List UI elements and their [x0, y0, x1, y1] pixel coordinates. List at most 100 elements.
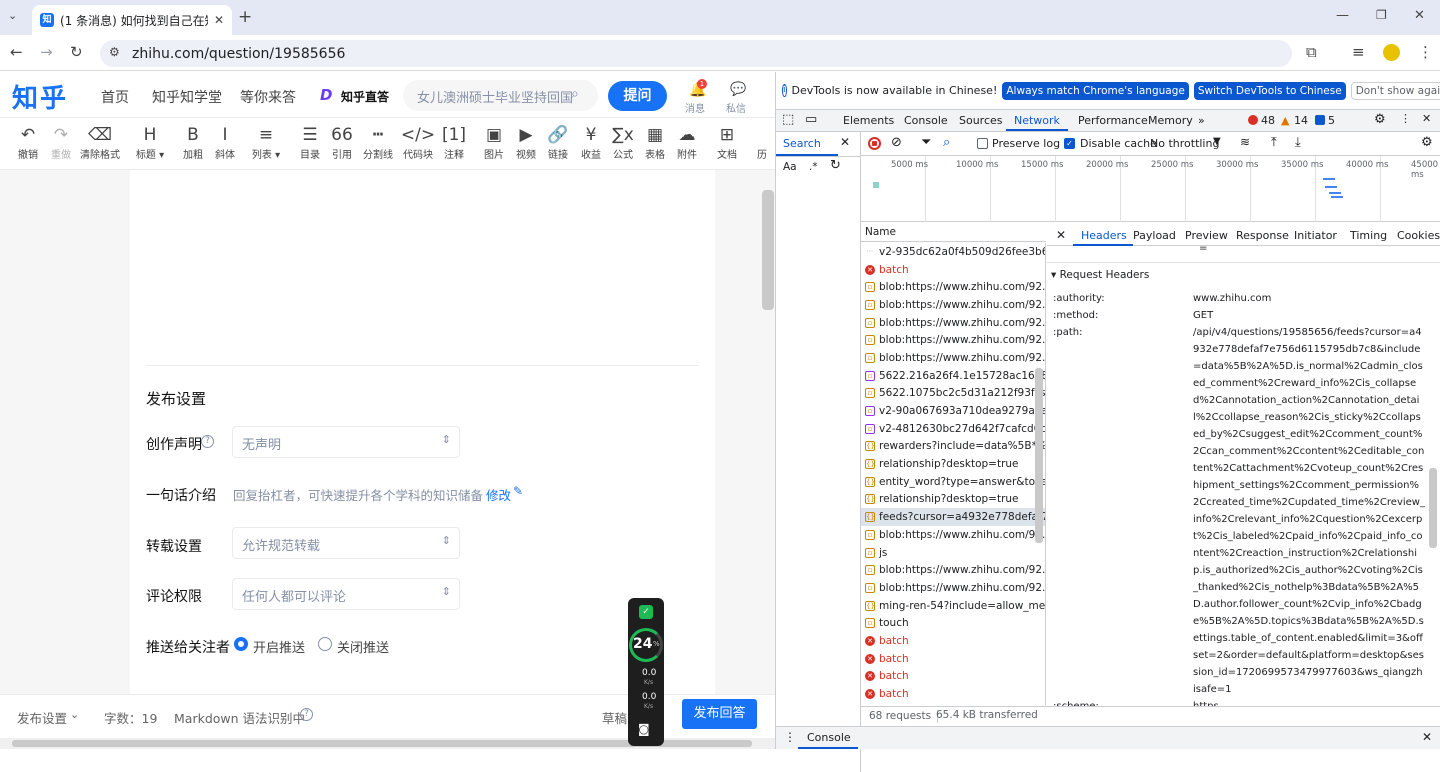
request-row[interactable]: {} relationship?desktop=true	[861, 455, 1045, 473]
push-on-label[interactable]: 开启推送	[253, 637, 305, 656]
export-har-icon[interactable]: ⤓	[1295, 135, 1301, 150]
request-row[interactable]: ▫ 5622.216a26f4.1e15728ac16988...	[861, 367, 1045, 385]
draft-link[interactable]: 草稿	[602, 708, 627, 727]
detail-tab-cookies[interactable]: Cookies	[1397, 229, 1440, 242]
detail-scrollbar[interactable]	[1429, 468, 1437, 548]
tab-network[interactable]: Network	[1014, 114, 1060, 127]
push-on-radio[interactable]	[234, 637, 248, 651]
detail-tab-headers[interactable]: Headers	[1081, 229, 1127, 242]
request-row[interactable]: ▫ blob:https://www.zhihu.com/92...	[861, 314, 1045, 332]
detail-tab-initiator[interactable]: Initiator	[1294, 229, 1337, 242]
media-icon[interactable]: ≡	[1352, 43, 1365, 61]
request-row[interactable]: ▫ blob:https://www.zhihu.com/92...	[861, 526, 1045, 544]
tool-eraser[interactable]: ⌫ 清除格式	[80, 124, 120, 161]
site-info-icon[interactable]: ⚙	[109, 45, 120, 59]
warning-count[interactable]: 14	[1294, 114, 1308, 127]
creation-statement-select[interactable]: 无声明 ⇕	[232, 426, 460, 458]
tool-attachment[interactable]: ☁ 附件	[667, 124, 707, 161]
request-row[interactable]: ▫ blob:https://www.zhihu.com/92...	[861, 296, 1045, 314]
tool-divider[interactable]: ┅ 分割线	[358, 124, 398, 161]
close-search-icon[interactable]: ✕	[840, 135, 850, 149]
search-tab[interactable]: Search	[783, 137, 821, 150]
tab-search-icon[interactable]: ⌄	[8, 9, 17, 22]
request-row[interactable]: ▫ js	[861, 544, 1045, 562]
menu-kebab-icon[interactable]: ⋮	[1418, 43, 1433, 61]
preserve-log-label[interactable]: Preserve log	[992, 137, 1060, 150]
tool-quote[interactable]: 66 引用	[322, 124, 362, 161]
request-row[interactable]: ⋯ v2-935dc62a0f4b509d26fee3b6...	[861, 243, 1046, 261]
private-message-label[interactable]: 私信	[726, 100, 746, 115]
drawer-menu-icon[interactable]: ⋮	[784, 730, 796, 744]
search-icon[interactable]: ⌕	[571, 86, 579, 102]
browser-tab[interactable]: 知 (1 条消息) 如何找到自己在知乎… ✕	[32, 5, 232, 35]
disable-cache-label[interactable]: Disable cache	[1080, 137, 1157, 150]
throttling-select[interactable]: No throttling	[1150, 137, 1219, 150]
bottom-settings-link[interactable]: 发布设置	[17, 708, 67, 727]
record-stop-icon[interactable]	[868, 137, 881, 150]
network-speed-widget[interactable]: ✓ 24 % 0.0 K/s 0.0 K/s ◙	[628, 598, 664, 746]
page-scrollbar-thumb[interactable]	[762, 190, 774, 310]
search-network-icon[interactable]: ⌕	[943, 135, 950, 150]
devtools-menu-icon[interactable]: ⋮	[1400, 112, 1411, 125]
request-row[interactable]: ✕ batch	[861, 632, 1045, 650]
detail-tab-preview[interactable]: Preview	[1185, 229, 1228, 242]
detail-tab-timing[interactable]: Timing	[1350, 229, 1387, 242]
detail-tab-response[interactable]: Response	[1236, 229, 1289, 242]
match-case-toggle[interactable]: Aa	[783, 161, 797, 173]
disable-cache-checkbox[interactable]: ✓	[1064, 138, 1075, 149]
drawer-console-tab[interactable]: Console	[807, 731, 851, 744]
request-row[interactable]: ▫ blob:https://www.zhihu.com/92...	[861, 579, 1045, 597]
close-window-icon[interactable]: ✕	[1414, 8, 1425, 23]
pencil-icon[interactable]: ✎	[513, 484, 523, 498]
error-count[interactable]: 48	[1261, 114, 1275, 127]
regex-toggle[interactable]: .*	[809, 161, 818, 173]
request-row[interactable]: ▫ touch	[861, 614, 1045, 632]
filter-icon[interactable]: ⏷	[921, 135, 931, 150]
throttling-dropdown-icon[interactable]: ▼	[1213, 136, 1221, 147]
request-list-scrollbar[interactable]	[1035, 368, 1043, 543]
tool-doc[interactable]: ⊞ 文档	[707, 124, 747, 161]
network-overview-timeline[interactable]: 5000 ms 10000 ms 15000 ms 20000 ms 25000 ms 3…	[861, 156, 1440, 222]
request-row[interactable]: ▫ v2-4812630bc27d642f7cafcd6c...	[861, 420, 1045, 438]
tool-italic[interactable]: I 斜体	[205, 124, 245, 161]
tool-code[interactable]: </> 代码块	[398, 124, 438, 161]
tab-elements[interactable]: Elements	[843, 114, 894, 127]
request-row[interactable]: ▫ blob:https://www.zhihu.com/92...	[861, 331, 1045, 349]
request-headers-section[interactable]: ▾ Request Headers	[1051, 269, 1149, 281]
nav-waiting-answers[interactable]: 等你来答	[240, 87, 296, 107]
close-devtools-icon[interactable]: ✕	[1422, 112, 1431, 125]
help-icon[interactable]: ?	[300, 708, 313, 721]
close-tab-icon[interactable]: ✕	[214, 13, 224, 27]
camera-icon[interactable]: ◙	[638, 722, 650, 736]
new-tab-icon[interactable]: +	[238, 7, 252, 27]
clear-icon[interactable]: ⊘	[891, 135, 902, 150]
forward-icon[interactable]: →	[40, 43, 53, 61]
request-row[interactable]: ▫ blob:https://www.zhihu.com/92...	[861, 278, 1045, 296]
import-har-icon[interactable]: ⤒	[1271, 135, 1277, 150]
tool-history[interactable]: 历	[742, 124, 775, 161]
tool-heading[interactable]: H 标题 ▾	[130, 124, 170, 161]
zhida-logo-icon[interactable]: D	[320, 86, 332, 104]
ask-question-button[interactable]: 提问	[608, 81, 667, 111]
publish-answer-button[interactable]: 发布回答	[682, 699, 757, 729]
profile-avatar[interactable]	[1383, 44, 1400, 61]
zhihu-logo[interactable]: 知乎	[12, 78, 68, 115]
zhida-link[interactable]: 知乎直答	[341, 88, 389, 105]
request-row[interactable]: {} relationship?desktop=true	[861, 491, 1045, 509]
chevron-down-icon[interactable]: ⌄	[70, 708, 79, 721]
network-conditions-icon[interactable]: ≋	[1240, 135, 1250, 149]
back-icon[interactable]: ←	[10, 43, 23, 61]
more-tabs-icon[interactable]: »	[1198, 114, 1205, 127]
name-column-header[interactable]: Name	[865, 226, 896, 238]
request-row[interactable]: {} rewarders?include=data%5B*%...	[861, 438, 1045, 456]
chat-bubble-icon[interactable]: 💬	[730, 82, 746, 97]
push-off-label[interactable]: 关闭推送	[337, 637, 389, 656]
device-toolbar-icon[interactable]: ▭	[805, 112, 817, 127]
always-match-language-button[interactable]: Always match Chrome's language	[1002, 81, 1189, 100]
tool-note[interactable]: [1] 注释	[434, 124, 474, 161]
comment-permission-select[interactable]: 任何人都可以评论 ⇕	[232, 578, 460, 610]
request-row[interactable]: {} entity_word?type=answer&toke...	[861, 473, 1045, 491]
request-row[interactable]: ✕ batch	[861, 650, 1045, 668]
messages-label[interactable]: 消息	[685, 100, 705, 115]
help-icon[interactable]: ?	[201, 435, 214, 448]
